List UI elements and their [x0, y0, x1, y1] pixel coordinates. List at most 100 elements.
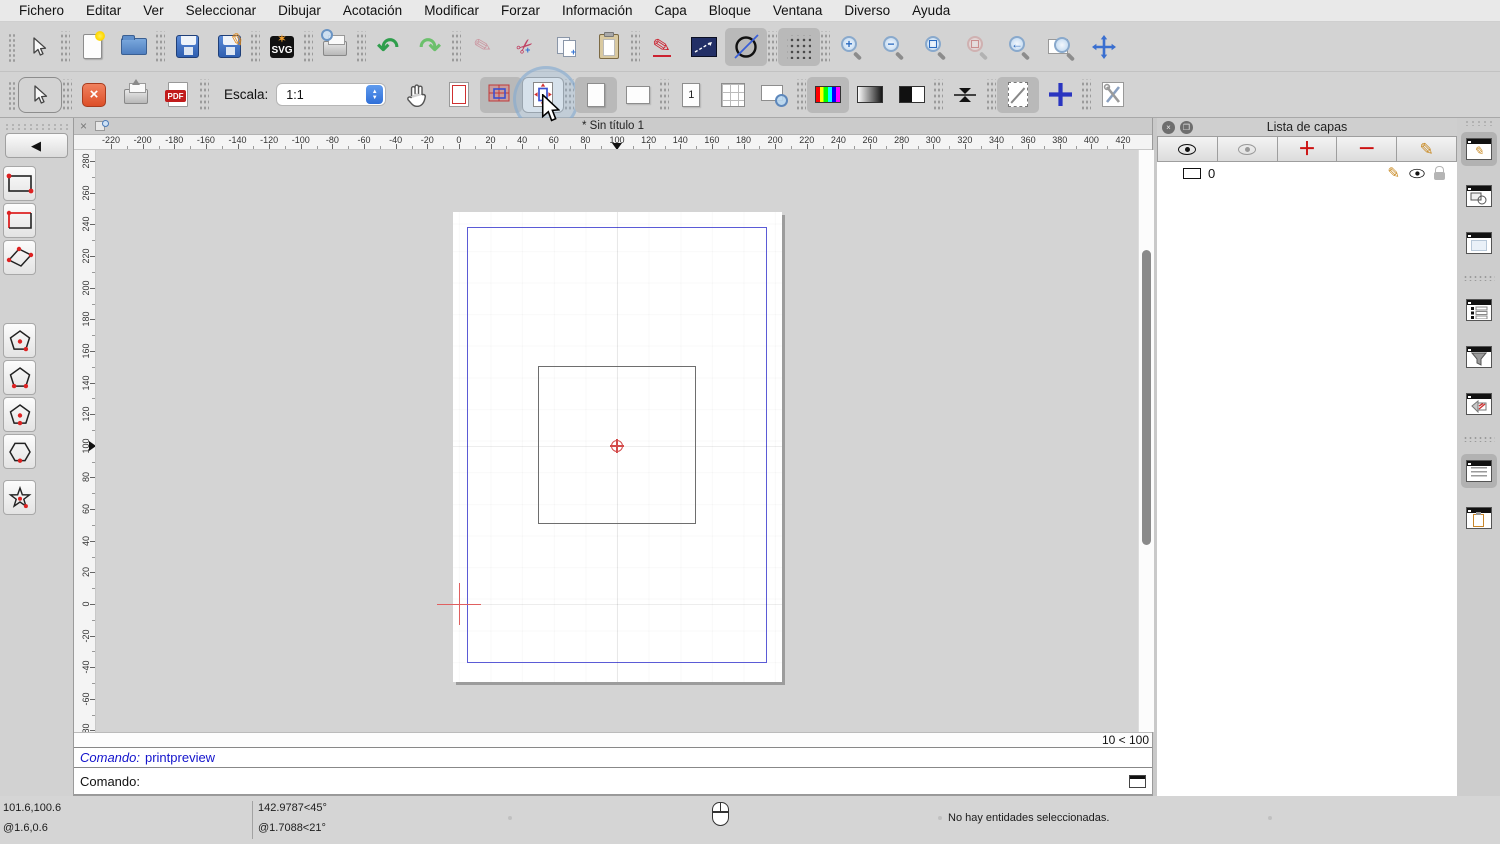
toolbar-handle[interactable]: [7, 31, 15, 62]
save-as-button[interactable]: ✎: [208, 28, 250, 66]
zoom-back-button[interactable]: ←: [999, 28, 1041, 66]
palette-handle[interactable]: [4, 123, 69, 130]
menu-bloque[interactable]: Bloque: [698, 3, 762, 18]
print-button[interactable]: [115, 77, 157, 113]
center-vertically-button[interactable]: [944, 77, 986, 113]
menu-modificar[interactable]: Modificar: [413, 3, 490, 18]
line-tool-button[interactable]: [683, 28, 725, 66]
toolbar-handle[interactable]: [7, 79, 15, 110]
zoom-auto-button[interactable]: [915, 28, 957, 66]
polygon-center-vertex-tool-button[interactable]: [3, 323, 36, 358]
zoom-auto-icon: [923, 34, 949, 60]
color-mode-button[interactable]: [807, 76, 850, 113]
single-page-button[interactable]: 1: [670, 77, 712, 113]
print-preview-button[interactable]: [314, 28, 356, 66]
menu-bar: Fichero Editar Ver Seleccionar Dibujar Acotac…: [0, 0, 1500, 22]
menu-fichero[interactable]: Fichero: [8, 3, 75, 18]
menu-ventana[interactable]: Ventana: [762, 3, 834, 18]
new-file-button[interactable]: [71, 28, 113, 66]
remove-layer-button[interactable]: －: [1337, 136, 1398, 162]
tiled-pages-button[interactable]: [712, 77, 754, 113]
pointer-button[interactable]: [18, 76, 62, 113]
polygon-2-vertices-tool-button[interactable]: [3, 360, 36, 395]
paste-button[interactable]: [588, 28, 630, 66]
redo-button[interactable]: ↷: [409, 28, 451, 66]
lock-icon[interactable]: [1434, 165, 1445, 180]
edit-pencil-icon[interactable]: ✎: [1387, 166, 1400, 181]
dock-blocks-button[interactable]: [1461, 179, 1497, 213]
menu-dibujar[interactable]: Dibujar: [267, 3, 332, 18]
zoom-page-button[interactable]: [754, 77, 796, 113]
bw-mode-button[interactable]: [891, 77, 933, 113]
circle-line-button[interactable]: [725, 27, 767, 66]
pointer-button[interactable]: [18, 28, 60, 66]
cut-button[interactable]: ✂ +: [504, 28, 546, 66]
rect-2corners-tool-button[interactable]: [3, 166, 36, 201]
rect-angle-tool-button[interactable]: [3, 240, 36, 275]
zoom-previous-button[interactable]: [957, 28, 999, 66]
add-layer-button[interactable]: ＋: [1277, 136, 1338, 162]
pdf-export-button[interactable]: [157, 77, 199, 113]
polygon-side-tool-button[interactable]: [3, 434, 36, 469]
menu-forzar[interactable]: Forzar: [490, 3, 551, 18]
dock-layers-button[interactable]: ✎: [1460, 132, 1497, 166]
dock-library-button[interactable]: [1461, 226, 1497, 260]
visibility-eye-icon[interactable]: [1409, 168, 1425, 178]
menu-ver[interactable]: Ver: [132, 3, 174, 18]
scale-select[interactable]: 1:1 ▲ ▼: [276, 83, 387, 106]
command-input[interactable]: Comando:: [74, 768, 1152, 795]
show-all-layers-button[interactable]: [1157, 136, 1218, 162]
edit-layer-button[interactable]: ✎: [1397, 136, 1457, 162]
center-vertically-icon: [952, 85, 978, 105]
copy-button[interactable]: +: [546, 28, 588, 66]
dock-handle[interactable]: [1463, 120, 1494, 126]
portrait-page-button[interactable]: [575, 76, 618, 113]
hand-pan-button[interactable]: [396, 77, 438, 113]
multi-pages-button[interactable]: [480, 76, 523, 113]
draft-mode-button[interactable]: [997, 76, 1040, 113]
dock-hatch-button[interactable]: [1461, 387, 1497, 421]
polygon-center-side-tool-button[interactable]: [3, 397, 36, 432]
grid-toggle-button[interactable]: [778, 27, 820, 66]
menu-acotacion[interactable]: Acotación: [332, 3, 413, 18]
dock-clipboard-button[interactable]: [1461, 501, 1497, 535]
delete-selection-button[interactable]: ✎: [462, 28, 504, 66]
vertical-scrollbar[interactable]: [1138, 149, 1154, 733]
menu-editar[interactable]: Editar: [75, 3, 132, 18]
zoom-out-button[interactable]: −: [873, 28, 915, 66]
zoom-pan-button[interactable]: [1083, 28, 1125, 66]
paper-border-button[interactable]: [438, 77, 480, 113]
crosshair-button[interactable]: [1039, 77, 1081, 113]
menu-informacion[interactable]: Información: [551, 3, 644, 18]
layer-row[interactable]: 0 ✎: [1157, 162, 1457, 184]
menu-capa[interactable]: Capa: [644, 3, 698, 18]
tab-title[interactable]: * Sin título 1: [74, 120, 1152, 132]
draw-pencil-button[interactable]: ✎: [641, 28, 683, 66]
menu-seleccionar[interactable]: Seleccionar: [175, 3, 268, 18]
stepper-icon[interactable]: ▲ ▼: [366, 85, 384, 104]
zoom-window-button[interactable]: [1041, 28, 1083, 66]
back-button[interactable]: ◀: [5, 133, 68, 158]
grayscale-mode-button[interactable]: [849, 77, 891, 113]
zoom-in-button[interactable]: +: [831, 28, 873, 66]
open-file-button[interactable]: [113, 28, 155, 66]
svg-export-button[interactable]: SVG: [261, 28, 303, 66]
rect-corner-size-tool-button[interactable]: [3, 203, 36, 238]
undo-button[interactable]: ↶: [367, 28, 409, 66]
hide-all-layers-button[interactable]: [1217, 136, 1278, 162]
dock-filter-button[interactable]: [1461, 340, 1497, 374]
detach-command-window-button[interactable]: [1129, 774, 1146, 788]
menu-ayuda[interactable]: Ayuda: [901, 3, 961, 18]
save-button[interactable]: [166, 28, 208, 66]
dock-command-button[interactable]: [1460, 454, 1497, 488]
landscape-page-button[interactable]: [617, 77, 659, 113]
drawing-canvas[interactable]: [96, 149, 1138, 733]
menu-diverso[interactable]: Diverso: [833, 3, 901, 18]
close-preview-button[interactable]: ×: [73, 77, 115, 113]
horizontal-scrollbar[interactable]: 10 < 100: [74, 732, 1152, 748]
star-tool-button[interactable]: [3, 480, 36, 515]
vertical-scrollbar-thumb[interactable]: [1142, 249, 1151, 545]
dock-entities-button[interactable]: [1461, 293, 1497, 327]
fit-page-button[interactable]: [513, 65, 580, 132]
toolbox-button[interactable]: [1092, 77, 1134, 113]
